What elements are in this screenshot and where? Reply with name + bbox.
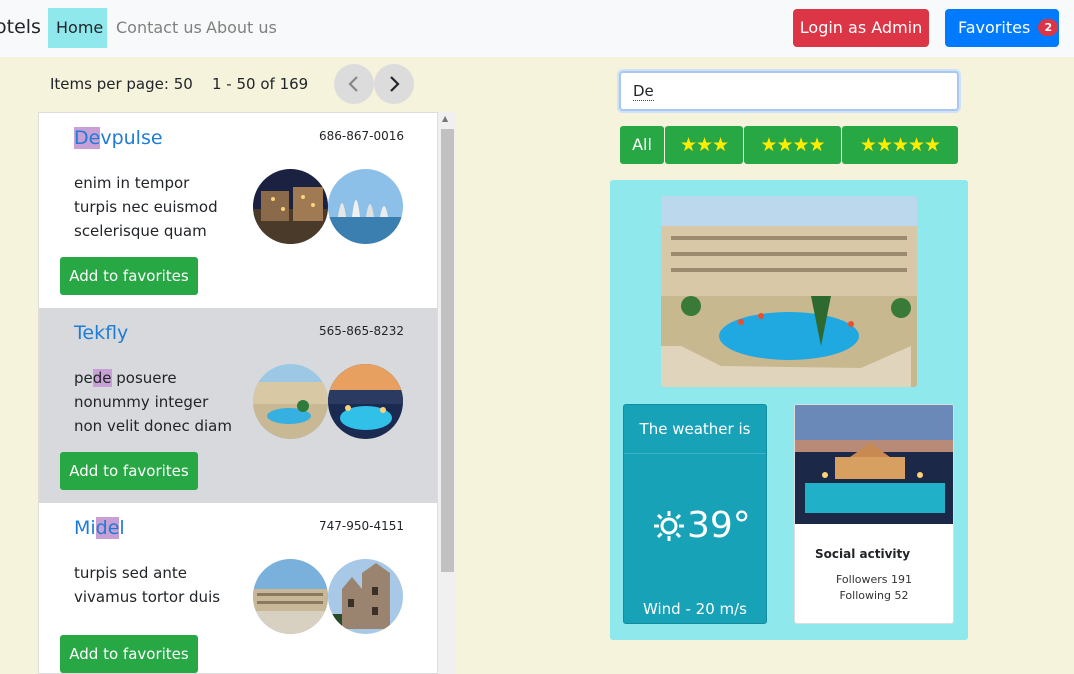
- description-line: non velit donec diam: [74, 417, 232, 435]
- stars-icon: ★★★★: [760, 134, 825, 156]
- nav-home-link[interactable]: Home: [48, 8, 107, 48]
- description-line: scelerisque quam: [74, 222, 207, 240]
- description-line: pede posuere: [74, 366, 244, 390]
- chevron-right-icon: [390, 76, 400, 92]
- chevron-left-icon: [348, 76, 358, 92]
- hotel-list: Devpulse 686-867-0016 enim in tempor tur…: [38, 112, 438, 674]
- hotel-name-text: Mi: [74, 517, 96, 539]
- add-to-favorites-button[interactable]: Add to favorites: [60, 257, 198, 295]
- filter-all-button[interactable]: All: [620, 126, 664, 164]
- description-line: vivamus tortor duis: [74, 588, 221, 606]
- add-to-favorites-button[interactable]: Add to favorites: [60, 452, 198, 490]
- filter-4-stars-button[interactable]: ★★★★: [744, 126, 841, 164]
- nav-contact-link[interactable]: Contact us: [108, 8, 210, 48]
- filter-3-stars-button[interactable]: ★★★: [665, 126, 743, 164]
- hotel-description: turpis sed ante vivamus tortor duis: [74, 561, 244, 609]
- page-range-label: 1 - 50 of 169: [212, 75, 309, 93]
- weather-widget: The weather is 39° Wind - 20 m/s: [623, 404, 767, 624]
- previous-page-button[interactable]: [334, 64, 374, 104]
- weather-temperature: 39°: [687, 505, 751, 546]
- search-input[interactable]: De: [619, 71, 959, 111]
- search-highlight: de: [95, 517, 120, 539]
- brand-title[interactable]: otels: [0, 16, 41, 38]
- description-line: turpis nec euismod: [74, 198, 218, 216]
- favorites-count-badge: 2: [1038, 19, 1059, 36]
- hotel-photo: [253, 559, 328, 634]
- hotel-photo: [328, 559, 403, 634]
- search-value: De: [633, 82, 654, 101]
- stars-icon: ★★★: [679, 134, 729, 156]
- scrollbar-thumb[interactable]: [441, 129, 454, 572]
- hotel-photo: [253, 364, 328, 439]
- weather-title: The weather is: [624, 405, 766, 454]
- favorites-label: Favorites: [958, 18, 1031, 37]
- hotel-photo: [328, 364, 403, 439]
- hotel-card[interactable]: Tekfly 565-865-8232 pede posuere nonummy…: [39, 308, 437, 503]
- hotel-name[interactable]: Devpulse: [74, 127, 163, 149]
- next-page-button[interactable]: [374, 64, 414, 104]
- hotel-main-photo: [661, 196, 917, 387]
- add-to-favorites-button[interactable]: Add to favorites: [60, 635, 198, 673]
- description-text: posuere: [111, 369, 177, 387]
- items-per-page-label: Items per page: 50: [50, 75, 193, 93]
- hotel-name-rest: vpulse: [100, 127, 163, 149]
- social-title: Social activity: [815, 547, 911, 561]
- following-count: Following 52: [839, 589, 909, 602]
- nav-about-link[interactable]: About us: [198, 8, 285, 48]
- description-line: nonummy integer: [74, 393, 209, 411]
- hotel-card[interactable]: Midel 747-950-4151 turpis sed ante vivam…: [39, 503, 437, 673]
- hotel-name[interactable]: Tekfly: [74, 322, 128, 344]
- hotel-name-text: l: [119, 517, 125, 539]
- sun-icon: [654, 511, 684, 541]
- hotel-phone: 686-867-0016: [318, 129, 404, 143]
- description-line: enim in tempor: [74, 174, 190, 192]
- weather-wind: Wind - 20 m/s: [643, 600, 747, 618]
- favorites-button[interactable]: Favorites 2: [945, 9, 1059, 47]
- navbar: otels Home Contact us About us Login as …: [0, 0, 1074, 57]
- filter-5-stars-button[interactable]: ★★★★★: [842, 126, 958, 164]
- hotel-phone: 747-950-4151: [318, 519, 404, 533]
- scroll-up-arrow-icon[interactable]: ▲: [442, 114, 448, 123]
- description-line: turpis sed ante: [74, 564, 187, 582]
- search-highlight: De: [74, 127, 101, 149]
- hotel-description: pede posuere nonummy integer non velit d…: [74, 366, 244, 438]
- followers-count: Followers 191: [835, 573, 913, 586]
- login-admin-button[interactable]: Login as Admin: [793, 9, 929, 47]
- hotel-description: enim in tempor turpis nec euismod sceler…: [74, 171, 244, 243]
- hotel-photo: [328, 169, 403, 244]
- stars-icon: ★★★★★: [859, 134, 941, 156]
- search-highlight: de: [92, 369, 112, 387]
- hotel-card[interactable]: Devpulse 686-867-0016 enim in tempor tur…: [39, 113, 437, 308]
- hotel-detail-panel: The weather is 39° Wind - 20 m/s Social …: [610, 180, 968, 640]
- hotel-phone: 565-865-8232: [318, 324, 404, 338]
- hotel-photo: [253, 169, 328, 244]
- hotel-name[interactable]: Midel: [74, 517, 125, 539]
- social-photo: [795, 405, 953, 524]
- social-activity-card: Social activity Followers 191 Following …: [794, 404, 954, 624]
- description-text: pe: [74, 369, 93, 387]
